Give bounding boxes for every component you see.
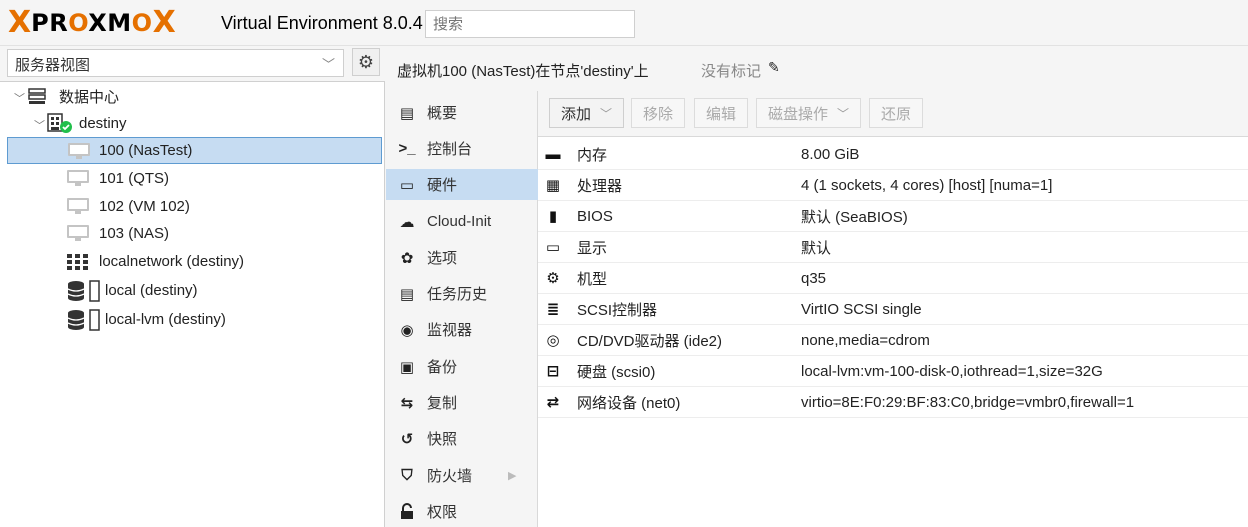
version-label: Virtual Environment 8.0.4 [221,13,423,33]
eye-icon: ◉ [400,321,414,339]
cloud-icon: ☁ [399,213,415,231]
page-title: 虚拟机100 (NasTest)在节点'destiny'上 [397,63,649,80]
shield-icon: ⛉ [401,467,413,484]
disk-action-button[interactable]: 磁盘操作 ﹀ [756,98,862,128]
tree-node-local[interactable]: local (destiny) [0,277,382,304]
tree-node-vm-101[interactable]: 101 (QTS) [0,165,382,192]
nav-snapshots[interactable]: ↺ 快照 [386,423,538,454]
floppy-icon: ▣ [399,358,415,376]
nav-replication[interactable]: ⇆ 复制 [386,387,538,418]
nav-summary[interactable]: ▤ 概要 [386,97,538,128]
memory-icon: ▬ [545,145,561,163]
gear-icon: ✿ [400,249,414,267]
table-row[interactable]: ▬ 内存 8.00 GiB [538,139,1248,170]
server-rack-icon [28,88,46,104]
table-row[interactable]: ⊟ 硬盘 (scsi0) local-lvm:vm-100-disk-0,iot… [538,356,1248,387]
nav-backup[interactable]: ▣ 备份 [386,351,538,382]
resource-tree-panel: 服务器视图 ﹀ ⚙ ﹀ 数据中心 ﹀ destiny 100 (NasTest)… [0,46,385,527]
terminal-icon: >_ [398,140,416,157]
proxmox-logo[interactable]: X PROXMO X [8,8,176,38]
table-row[interactable]: ▦ 处理器 4 (1 sockets, 4 cores) [host] [num… [538,170,1248,201]
table-row[interactable]: ▮ BIOS 默认 (SeaBIOS) [538,201,1248,232]
tags-label: 没有标记 [701,63,762,80]
cogs-icon: ⚙ [546,270,560,287]
gear-icon: ⚙ [357,51,375,72]
unlock-icon [398,500,416,523]
tree-node-vm-103[interactable]: 103 (NAS) [0,220,382,247]
storage-icon [67,280,100,302]
nav-firewall[interactable]: ⛉ 防火墙 ▶ [386,460,538,491]
microchip-icon: ▮ [548,208,558,225]
hardware-toolbar: 添加 ﹀ 移除 编辑 磁盘操作 ﹀ 还原 [538,91,1248,137]
vm-monitor-icon [67,170,89,186]
tree-node-vm-102[interactable]: 102 (VM 102) [0,193,382,220]
vm-monitor-icon [67,225,89,241]
chevron-down-icon: ﹀ [600,106,613,121]
tree-node-local-lvm[interactable]: local-lvm (destiny) [0,306,382,333]
list-icon: ▤ [399,285,415,303]
chevron-down-icon: ﹀ [321,57,335,72]
nav-console[interactable]: >_ 控制台 [386,133,538,164]
nav-options[interactable]: ✿ 选项 [386,242,538,273]
chevron-right-icon[interactable]: ▶ [508,469,516,482]
cpu-icon: ▦ [545,177,561,194]
table-row[interactable]: ◎ CD/DVD驱动器 (ide2) none,media=cdrom [538,325,1248,356]
desktop-icon: ▭ [545,239,561,256]
pencil-icon[interactable]: ✎ [768,59,780,76]
retweet-icon: ⇆ [400,394,414,412]
vm-header: 虚拟机100 (NasTest)在节点'destiny'上 没有标记 ✎ [386,46,1248,91]
chevron-down-icon[interactable]: ﹀ [34,117,45,133]
chevron-down-icon[interactable]: ﹀ [14,90,25,106]
table-row[interactable]: ⇄ 网络设备 (net0) virtio=8E:F0:29:BF:83:C0,b… [538,387,1248,418]
table-row[interactable]: ▭ 显示 默认 [538,232,1248,263]
edit-button[interactable]: 编辑 [694,98,749,128]
exchange-icon: ⇄ [546,394,560,411]
search-input[interactable] [425,10,635,38]
network-grid-icon [67,254,88,270]
table-row[interactable]: ≣ SCSI控制器 VirtIO SCSI single [538,294,1248,325]
nav-permissions[interactable]: 权限 [386,496,538,527]
database-icon: ≣ [546,301,560,318]
nav-monitor[interactable]: ◉ 监视器 [386,314,538,345]
node-online-icon [47,113,72,133]
vm-monitor-icon [68,143,90,159]
add-button[interactable]: 添加 ﹀ [549,98,625,128]
vm-monitor-icon [67,198,89,214]
storage-icon [67,309,100,331]
table-row[interactable]: ⚙ 机型 q35 [538,263,1248,294]
desktop-icon: ▭ [399,176,415,194]
vm-nav: ▤ 概要 >_ 控制台 ▭ 硬件 ☁ Cloud-Init ✿ 选项 ▤ 任务历… [386,91,538,527]
remove-button[interactable]: 移除 [631,98,686,128]
nav-hardware[interactable]: ▭ 硬件 [386,169,538,200]
tree-settings-button[interactable]: ⚙ [352,48,380,76]
hardware-panel: 添加 ﹀ 移除 编辑 磁盘操作 ﹀ 还原 ▬ 内存 8.00 GiB ▦ 处理器… [538,91,1248,527]
tree-node-vm-100[interactable]: 100 (NasTest) [7,137,382,164]
tree-node-localnetwork[interactable]: localnetwork (destiny) [0,248,382,275]
top-bar: X PROXMO X Virtual Environment 8.0.4 [0,0,1248,46]
tree-toolbar: 服务器视图 ﹀ ⚙ [0,46,385,82]
hdd-icon: ⊟ [546,363,560,380]
history-icon: ↺ [400,430,414,448]
tree-node-datacenter[interactable]: ﹀ 数据中心 [0,83,382,110]
cdrom-icon: ◎ [546,332,560,349]
nav-cloud-init[interactable]: ☁ Cloud-Init [386,206,538,237]
nav-task-history[interactable]: ▤ 任务历史 [386,278,538,309]
chevron-down-icon: ﹀ [837,106,850,121]
tree-node-destiny[interactable]: ﹀ destiny [0,110,382,137]
view-select[interactable]: 服务器视图 ﹀ [7,49,344,77]
revert-button[interactable]: 还原 [869,98,924,128]
book-icon: ▤ [399,104,415,122]
